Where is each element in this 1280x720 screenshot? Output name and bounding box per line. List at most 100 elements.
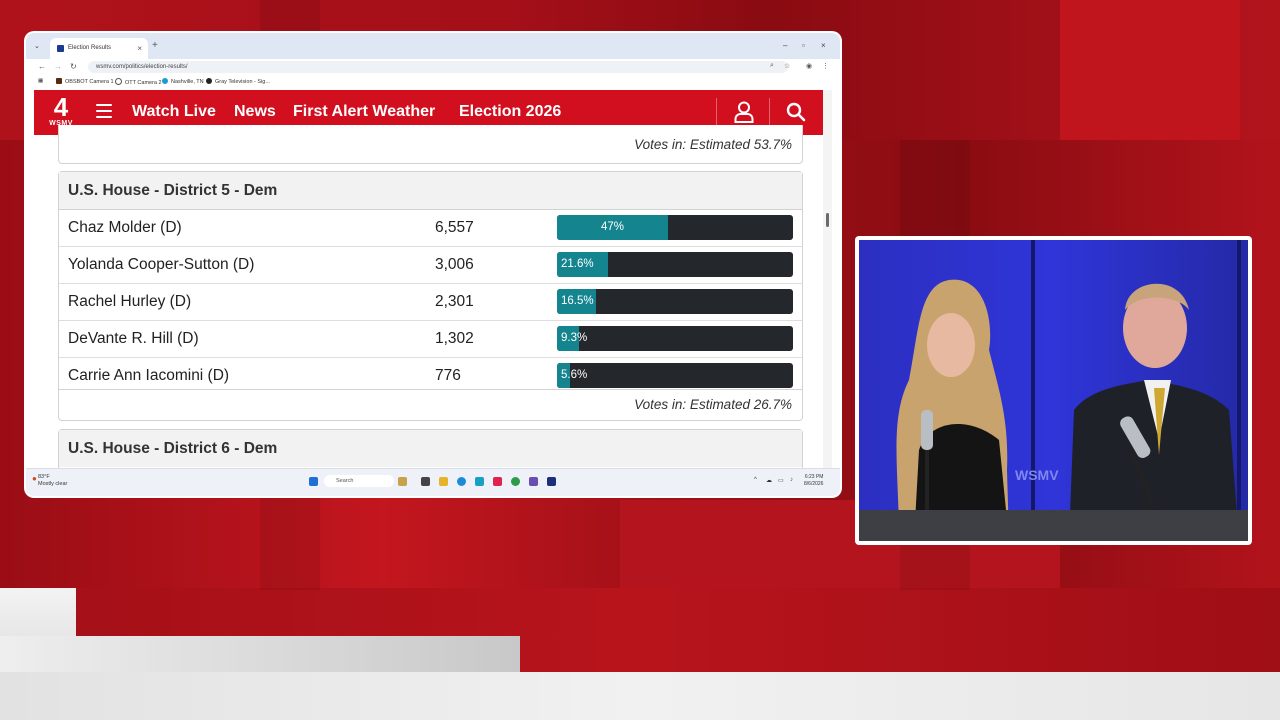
tab-bar: ⌄ Election Results × + – ▫ × xyxy=(26,33,840,59)
candidate-name: DeVante R. Hill (D) xyxy=(68,330,199,347)
race-card-previous: Votes in: Estimated 53.7% xyxy=(58,125,803,164)
votes-in-footer: Votes in: Estimated 53.7% xyxy=(634,137,792,152)
file-explorer-icon[interactable] xyxy=(439,477,448,486)
bookmark-star-icon[interactable]: ☆ xyxy=(784,62,790,70)
candidate-name: Carrie Ann Iacomini (D) xyxy=(68,367,230,384)
lower-third-bar xyxy=(0,672,1280,720)
taskbar-app-icon[interactable] xyxy=(493,477,502,486)
minimize-icon[interactable]: – xyxy=(783,41,787,50)
tab-close-icon[interactable]: × xyxy=(137,38,142,59)
vote-share-bar: 9.3% xyxy=(557,326,793,351)
hamburger-menu-icon[interactable] xyxy=(96,104,112,118)
candidate-votes: 6,557 xyxy=(435,219,474,236)
anchor-desk xyxy=(859,510,1248,541)
browser-tab[interactable]: Election Results × xyxy=(50,38,148,59)
race-title: U.S. House - District 5 - Dem xyxy=(59,172,802,210)
bookmark-item[interactable]: Nashville, TN xyxy=(162,78,204,85)
bookmarks-bar: ▦ OBSBOT Camera 1 OTT Camera 2 Nashville… xyxy=(26,75,840,91)
profile-icon[interactable]: ◉ xyxy=(806,62,812,70)
candidate-row: Yolanda Cooper-Sutton (D) 3,006 21.6% xyxy=(59,247,802,284)
zoom-icon[interactable]: ⌕ xyxy=(770,62,774,70)
candidate-row: DeVante R. Hill (D) 1,302 9.3% xyxy=(59,321,802,358)
race-title: U.S. House - District 6 - Dem xyxy=(59,430,802,467)
maximize-icon[interactable]: ▫ xyxy=(802,41,805,50)
header-divider xyxy=(769,98,770,126)
start-button-icon[interactable] xyxy=(309,477,318,486)
taskbar-clock[interactable]: 6:23 PM 8/6/2026 xyxy=(804,474,823,488)
weather-widget[interactable]: ● 83°F Mostly clear xyxy=(32,474,68,488)
logo-number: 4 xyxy=(53,92,69,122)
card-divider xyxy=(59,389,802,390)
bookmark-item[interactable]: OBSBOT Camera 1 xyxy=(56,78,114,85)
candidate-name: Yolanda Cooper-Sutton (D) xyxy=(68,256,255,273)
candidate-name: Rachel Hurley (D) xyxy=(68,293,192,310)
votes-in-footer: Votes in: Estimated 26.7% xyxy=(634,397,792,412)
background-block xyxy=(1060,0,1240,140)
vote-share-label: 5.6% xyxy=(561,369,588,381)
tab-search-icon[interactable]: ⌄ xyxy=(34,43,44,51)
candidate-votes: 1,302 xyxy=(435,330,474,347)
candidate-votes: 776 xyxy=(435,367,461,384)
race-card-district-6: U.S. House - District 6 - Dem xyxy=(58,429,803,468)
url-field[interactable]: wsmv.com/politics/election-results/ xyxy=(88,61,788,73)
bookmark-item[interactable]: OTT Camera 2 xyxy=(115,78,162,86)
bookmark-item[interactable]: Gray Television - Sig... xyxy=(206,78,270,85)
scrollbar[interactable] xyxy=(823,90,832,468)
candidate-rows: Chaz Molder (D) 6,557 47% Yolanda Cooper-Su… xyxy=(59,210,802,394)
candidate-votes: 3,006 xyxy=(435,256,474,273)
taskbar-app-icon[interactable] xyxy=(398,477,407,486)
user-account-icon[interactable] xyxy=(734,101,754,123)
display-icon[interactable]: ▭ xyxy=(778,477,784,484)
page-viewport: 4 WSMV Watch Live News First Alert Weath… xyxy=(26,90,840,468)
nav-election-2026[interactable]: Election 2026 xyxy=(459,103,561,121)
race-card-district-5: U.S. House - District 5 - Dem Chaz Molde… xyxy=(58,171,803,421)
tray-chevron-icon[interactable]: ^ xyxy=(754,477,757,483)
studio-video: WSMV xyxy=(859,240,1248,541)
nav-news[interactable]: News xyxy=(234,103,276,121)
vote-share-bar: 16.5% xyxy=(557,289,793,314)
forward-icon[interactable]: → xyxy=(54,62,62,71)
taskbar-app-icon[interactable] xyxy=(547,477,556,486)
vote-share-label: 21.6% xyxy=(561,258,594,270)
address-bar: ← → ↻ wsmv.com/politics/election-results… xyxy=(26,59,840,75)
nav-first-alert-weather[interactable]: First Alert Weather xyxy=(293,103,435,121)
weather-temp: 83°F xyxy=(38,474,50,480)
nav-watch-live[interactable]: Watch Live xyxy=(132,103,216,121)
wsmv-wall-logo: WSMV xyxy=(1015,467,1059,483)
candidate-name: Chaz Molder (D) xyxy=(68,219,182,236)
taskbar-search[interactable]: Search xyxy=(324,475,394,487)
vote-share-label: 47% xyxy=(600,221,624,233)
vote-share-bar: 5.6% xyxy=(557,363,793,388)
taskbar: ● 83°F Mostly clear Search ^ ☁ ▭ ♪ 6:23 … xyxy=(26,468,840,496)
back-icon[interactable]: ← xyxy=(38,62,46,71)
vote-share-bar: 47% xyxy=(557,215,793,240)
apps-grid-icon[interactable]: ▦ xyxy=(38,78,43,84)
candidate-row: Chaz Molder (D) 6,557 47% xyxy=(59,210,802,247)
candidate-votes: 2,301 xyxy=(435,293,474,310)
more-menu-icon[interactable]: ⋮ xyxy=(822,62,829,70)
favicon-icon xyxy=(57,45,64,52)
taskbar-app-icon[interactable] xyxy=(529,477,538,486)
search-icon[interactable] xyxy=(786,102,806,122)
new-tab-button[interactable]: + xyxy=(152,40,158,51)
task-view-icon[interactable] xyxy=(421,477,430,486)
vote-share-bar: 21.6% xyxy=(557,252,793,277)
reload-icon[interactable]: ↻ xyxy=(70,62,77,71)
candidate-row: Rachel Hurley (D) 2,301 16.5% xyxy=(59,284,802,321)
studio-scene: WSMV xyxy=(859,240,1248,541)
volume-icon[interactable]: ♪ xyxy=(790,477,793,483)
vote-share-label: 9.3% xyxy=(561,332,588,344)
edge-icon[interactable] xyxy=(457,477,466,486)
tab-title: Election Results xyxy=(68,45,112,51)
browser-window: ⌄ Election Results × + – ▫ × ← → ↻ wsmv.… xyxy=(26,33,840,496)
close-window-icon[interactable]: × xyxy=(821,41,826,50)
taskbar-app-icon[interactable] xyxy=(475,477,484,486)
chrome-icon[interactable] xyxy=(511,477,520,486)
vote-share-label: 16.5% xyxy=(561,295,594,307)
weather-icon: ● xyxy=(32,474,37,483)
header-divider xyxy=(716,98,717,126)
scrollbar-thumb[interactable] xyxy=(826,213,829,227)
network-icon[interactable]: ☁ xyxy=(766,477,772,484)
weather-desc: Mostly clear xyxy=(38,481,68,487)
video-inset: WSMV xyxy=(855,236,1252,545)
